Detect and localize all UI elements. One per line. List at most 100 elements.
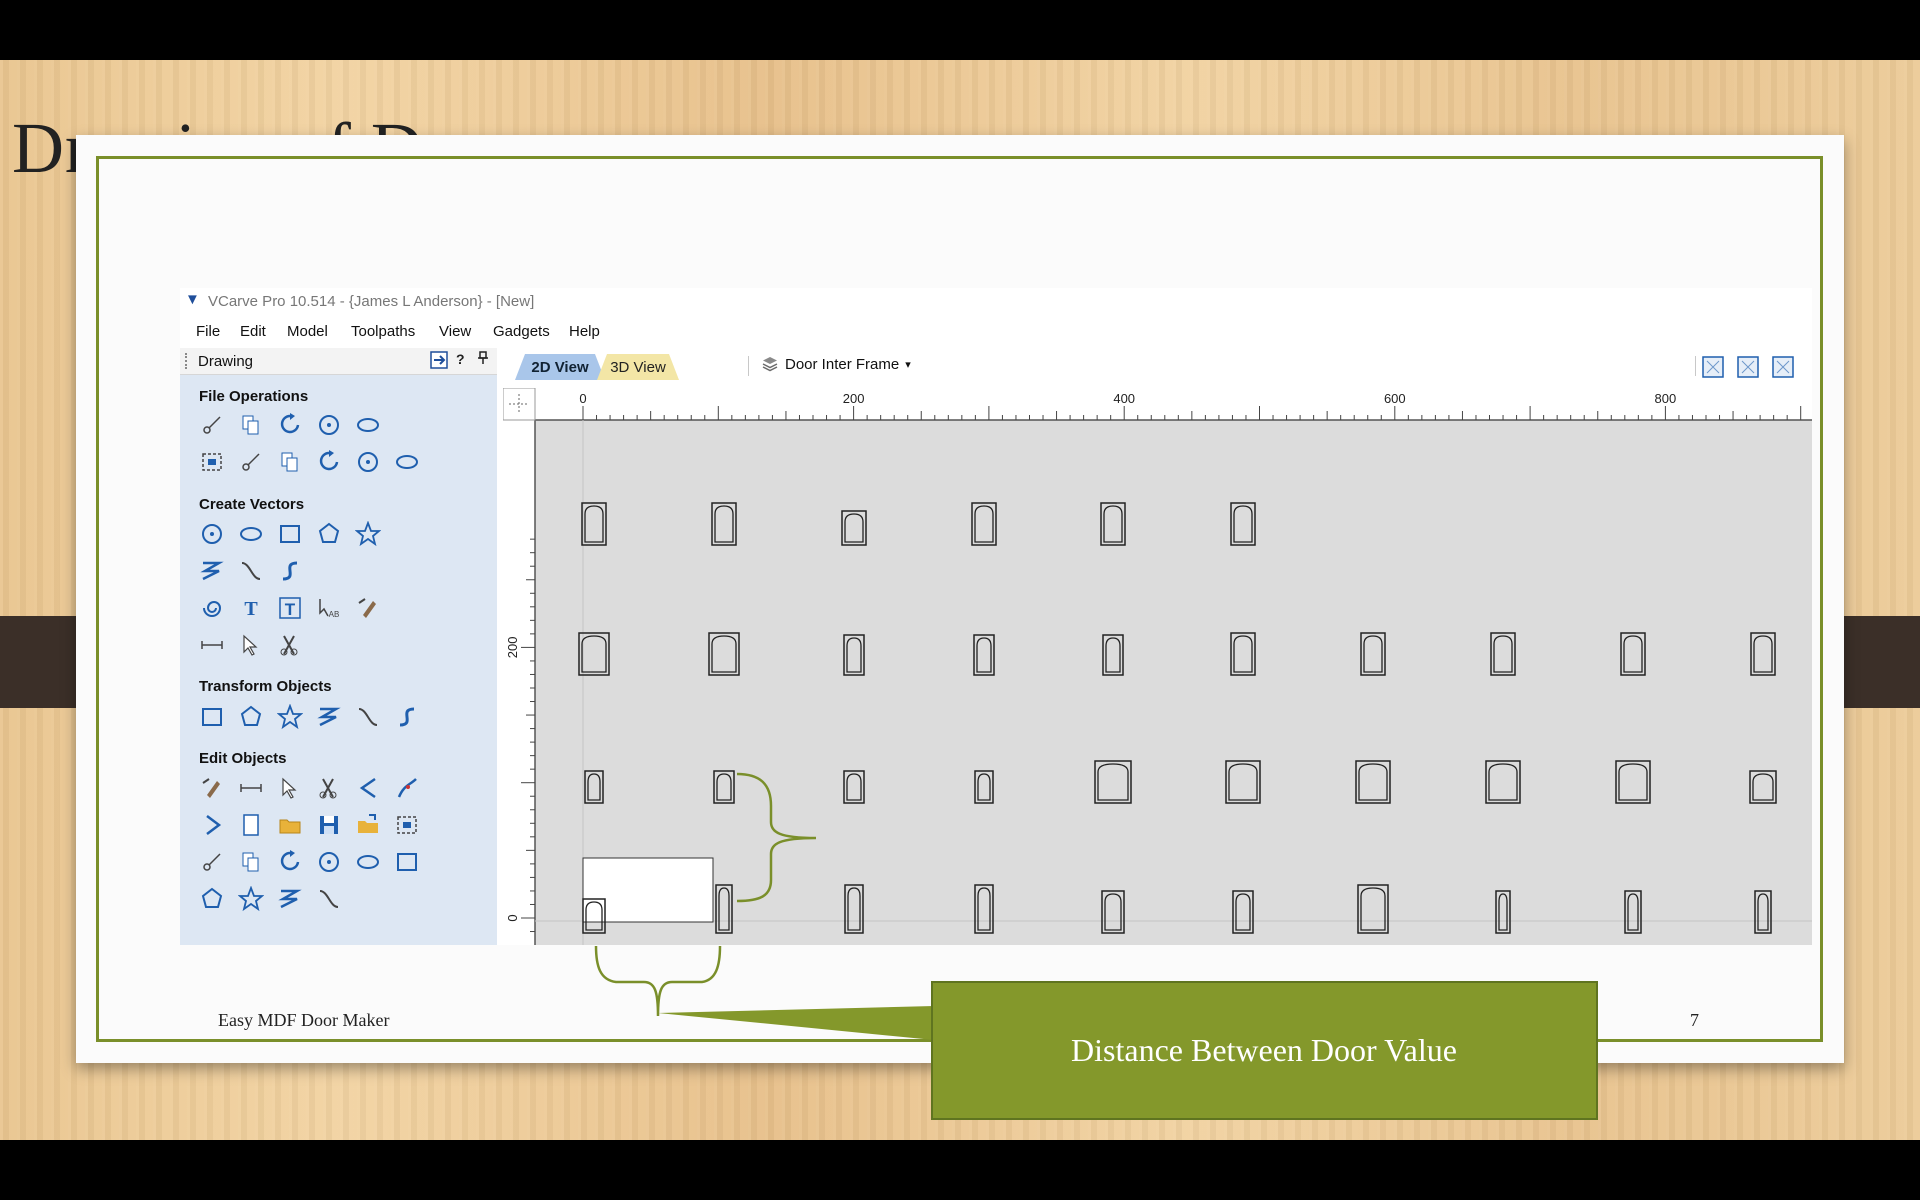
- select-all-icon[interactable]: [198, 448, 226, 476]
- panel-dock-button[interactable]: [430, 351, 448, 372]
- crop-icon-glyph: [397, 853, 417, 871]
- close-icon-glyph: [238, 886, 264, 912]
- layer-name: Door Inter Frame: [785, 355, 900, 373]
- weld-icon[interactable]: [198, 811, 226, 839]
- menu-model[interactable]: Model: [287, 323, 328, 340]
- mirror-icon[interactable]: [315, 703, 343, 731]
- select-icon[interactable]: [198, 774, 226, 802]
- text-frame-icon[interactable]: T: [276, 594, 304, 622]
- svg-text:T: T: [285, 600, 296, 619]
- toolbar-separator: [1695, 356, 1696, 376]
- section-transform-objects: Transform Objects: [199, 678, 332, 695]
- auto-layout-text-icon[interactable]: [354, 594, 382, 622]
- section-edit-objects: Edit Objects: [199, 750, 287, 767]
- menu-toolpaths[interactable]: Toolpaths: [351, 323, 415, 340]
- cut-icon[interactable]: [237, 448, 265, 476]
- drawing-canvas[interactable]: 0 200 400 600 800 200 0: [502, 387, 1812, 945]
- image-icon[interactable]: [354, 848, 382, 876]
- distort-icon[interactable]: [354, 703, 382, 731]
- open-project-icon[interactable]: [315, 411, 343, 439]
- undo-icon[interactable]: [354, 448, 382, 476]
- chamfer-icon[interactable]: [198, 848, 226, 876]
- menu-edit[interactable]: Edit: [240, 323, 266, 340]
- subtract-icon[interactable]: [237, 811, 265, 839]
- offset-icon[interactable]: [315, 848, 343, 876]
- panel-help-button[interactable]: ?: [456, 351, 465, 367]
- spline-icon[interactable]: [276, 557, 304, 585]
- open-folder-icon[interactable]: [237, 411, 265, 439]
- scissors-icon[interactable]: [354, 811, 382, 839]
- measure-icon[interactable]: [393, 774, 421, 802]
- node-edit-icon-glyph: [240, 784, 262, 792]
- redo-icon[interactable]: [393, 448, 421, 476]
- center-icon-glyph: [399, 707, 415, 727]
- extend-icon[interactable]: [276, 885, 304, 913]
- move-icon[interactable]: [198, 703, 226, 731]
- bitmap-trace-icon[interactable]: [237, 631, 265, 659]
- fillet-icon[interactable]: [393, 811, 421, 839]
- panel-pin-button[interactable]: [477, 351, 489, 368]
- close-icon[interactable]: [237, 885, 265, 913]
- text-frame-icon-glyph: T: [279, 597, 301, 619]
- letterbox-top: [0, 0, 1920, 60]
- polyline-icon[interactable]: [198, 557, 226, 585]
- measure-icon-glyph: [397, 778, 417, 798]
- dock-icon: [430, 351, 448, 369]
- grid-button[interactable]: [1770, 354, 1796, 380]
- layer-dropdown[interactable]: Door Inter Frame ▾: [761, 355, 911, 373]
- text-icon[interactable]: T: [237, 594, 265, 622]
- zoom-extents-button[interactable]: [1700, 354, 1726, 380]
- curve-icon-glyph: [241, 562, 261, 580]
- smooth-icon[interactable]: [276, 848, 304, 876]
- pin-icon: [478, 351, 488, 364]
- text-style-icon-glyph: [201, 641, 223, 649]
- ungroup-icon[interactable]: [354, 774, 382, 802]
- ellipse-icon[interactable]: [237, 520, 265, 548]
- align-icon[interactable]: [276, 703, 304, 731]
- intersect-icon[interactable]: [276, 811, 304, 839]
- polygon-icon[interactable]: [315, 520, 343, 548]
- import-icon[interactable]: [354, 411, 382, 439]
- open-folder-icon-glyph: [242, 415, 259, 435]
- dimension-icon[interactable]: [276, 631, 304, 659]
- new-file-icon[interactable]: [198, 411, 226, 439]
- rectangle-icon[interactable]: [276, 520, 304, 548]
- panel-grip[interactable]: [185, 353, 190, 369]
- weld-icon-glyph: [206, 815, 222, 835]
- node-edit-icon[interactable]: [237, 774, 265, 802]
- crop-icon[interactable]: [393, 848, 421, 876]
- spiral-icon-glyph: [203, 601, 222, 617]
- layout-button[interactable]: [1735, 354, 1761, 380]
- drawing-panel: Drawing ? File Operations Create Vectors…: [180, 348, 497, 945]
- align-icon-glyph: [277, 704, 303, 730]
- text-on-curve-icon[interactable]: AB: [315, 594, 343, 622]
- tab-3d-view[interactable]: 3D View: [597, 354, 679, 380]
- app-titlebar: ▼ VCarve Pro 10.514 - {James L Anderson}…: [180, 288, 1812, 316]
- join-icon[interactable]: [198, 885, 226, 913]
- text-on-curve-icon-glyph: AB: [319, 599, 339, 619]
- menu-help[interactable]: Help: [569, 323, 600, 340]
- trim-icon-glyph: [320, 816, 338, 834]
- trim-icon[interactable]: [315, 811, 343, 839]
- tab-2d-view[interactable]: 2D View: [515, 354, 605, 380]
- scale-icon[interactable]: [237, 703, 265, 731]
- transform-select-icon[interactable]: [276, 774, 304, 802]
- section-create-vectors: Create Vectors: [199, 496, 305, 513]
- spiral-icon[interactable]: [198, 594, 226, 622]
- angle-icon[interactable]: [237, 848, 265, 876]
- menu-view[interactable]: View: [439, 323, 471, 340]
- save-icon-glyph: [280, 413, 300, 434]
- star-icon[interactable]: [354, 520, 382, 548]
- curve-icon[interactable]: [237, 557, 265, 585]
- menu-file[interactable]: File: [196, 323, 220, 340]
- group-icon[interactable]: [315, 774, 343, 802]
- save-icon[interactable]: [276, 411, 304, 439]
- copy-icon[interactable]: [276, 448, 304, 476]
- menu-gadgets[interactable]: Gadgets: [493, 323, 550, 340]
- center-icon[interactable]: [393, 703, 421, 731]
- text-style-icon[interactable]: [198, 631, 226, 659]
- paste-icon[interactable]: [315, 448, 343, 476]
- chevron-down-icon: ▾: [905, 358, 911, 371]
- arc-icon[interactable]: [315, 885, 343, 913]
- circle-icon[interactable]: [198, 520, 226, 548]
